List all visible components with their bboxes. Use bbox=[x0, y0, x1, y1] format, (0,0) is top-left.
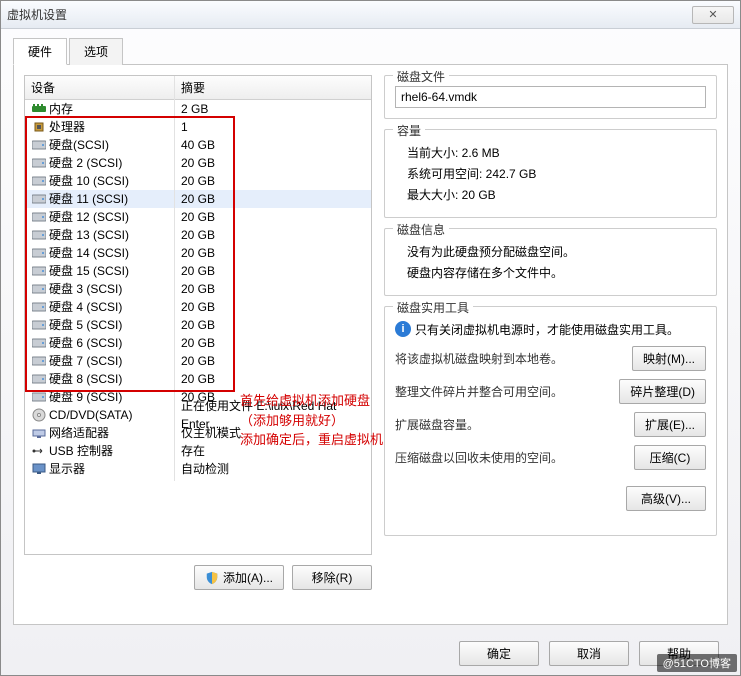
hdd-icon bbox=[31, 265, 47, 277]
device-name: 显示器 bbox=[49, 460, 85, 478]
usb-icon bbox=[31, 445, 47, 457]
disk-info-title: 磁盘信息 bbox=[393, 221, 449, 238]
annotation-text: 首先给虚拟机添加硬盘 （添加够用就好） 添加确定后，重启虚拟机 bbox=[240, 391, 383, 450]
advanced-button[interactable]: 高级(V)... bbox=[626, 486, 706, 511]
remove-button[interactable]: 移除(R) bbox=[292, 565, 372, 590]
compact-button[interactable]: 压缩(C) bbox=[634, 445, 706, 470]
ok-button[interactable]: 确定 bbox=[459, 641, 539, 666]
hdd-icon bbox=[31, 319, 47, 331]
disk-file-title: 磁盘文件 bbox=[393, 68, 449, 85]
hdd-icon bbox=[31, 157, 47, 169]
window-title: 虚拟机设置 bbox=[7, 6, 67, 23]
group-disk-utils: 磁盘实用工具 i 只有关闭虚拟机电源时，才能使用磁盘实用工具。 将该虚拟机磁盘映… bbox=[384, 306, 717, 536]
col-summary: 摘要 bbox=[175, 76, 371, 99]
hdd-icon bbox=[31, 337, 47, 349]
hdd-icon bbox=[31, 175, 47, 187]
mem-icon bbox=[31, 104, 47, 114]
shield-icon bbox=[205, 571, 219, 585]
device-summary: 自动检测 bbox=[175, 457, 371, 481]
cpu-icon bbox=[31, 120, 47, 134]
group-capacity: 容量 当前大小: 2.6 MB 系统可用空间: 242.7 GB 最大大小: 2… bbox=[384, 129, 717, 218]
disk-file-input[interactable] bbox=[395, 86, 706, 108]
device-row[interactable]: 显示器 自动检测 bbox=[25, 460, 371, 478]
capacity-max: 最大大小: 20 GB bbox=[407, 186, 706, 203]
disp-icon bbox=[31, 463, 47, 475]
add-button[interactable]: 添加(A)... bbox=[194, 565, 284, 590]
info-icon: i bbox=[395, 321, 411, 337]
disk-info-line1: 没有为此硬盘预分配磁盘空间。 bbox=[407, 243, 706, 260]
hdd-icon bbox=[31, 247, 47, 259]
tabstrip: 硬件 选项 bbox=[13, 37, 728, 65]
hdd-icon bbox=[31, 193, 47, 205]
cd-icon bbox=[31, 408, 47, 422]
hdd-icon bbox=[31, 211, 47, 223]
disk-utils-title: 磁盘实用工具 bbox=[393, 299, 473, 316]
hdd-icon bbox=[31, 373, 47, 385]
map-button[interactable]: 映射(M)... bbox=[632, 346, 706, 371]
close-icon: ✕ bbox=[708, 8, 717, 21]
tab-hardware[interactable]: 硬件 bbox=[13, 38, 67, 65]
expand-button[interactable]: 扩展(E)... bbox=[634, 412, 706, 437]
hdd-icon bbox=[31, 355, 47, 367]
content-area: 设备 摘要 内存2 GB处理器1硬盘(SCSI)40 GB硬盘 2 (SCSI)… bbox=[13, 65, 728, 625]
vm-settings-window: 虚拟机设置 ✕ 硬件 选项 设备 摘要 内存2 GB处理器1硬盘(SCSI)40… bbox=[0, 0, 741, 676]
tab-options[interactable]: 选项 bbox=[69, 38, 123, 65]
capacity-current: 当前大小: 2.6 MB bbox=[407, 144, 706, 161]
hdd-icon bbox=[31, 301, 47, 313]
defrag-button[interactable]: 碎片整理(D) bbox=[619, 379, 706, 404]
cancel-button[interactable]: 取消 bbox=[549, 641, 629, 666]
expand-label: 扩展磁盘容量。 bbox=[395, 416, 626, 433]
defrag-label: 整理文件碎片并整合可用空间。 bbox=[395, 383, 611, 400]
watermark: @51CTO博客 bbox=[657, 654, 737, 672]
hdd-icon bbox=[31, 391, 47, 403]
map-label: 将该虚拟机磁盘映射到本地卷。 bbox=[395, 350, 624, 367]
group-disk-info: 磁盘信息 没有为此硬盘预分配磁盘空间。 硬盘内容存储在多个文件中。 bbox=[384, 228, 717, 296]
compact-label: 压缩磁盘以回收未使用的空间。 bbox=[395, 449, 626, 466]
capacity-title: 容量 bbox=[393, 122, 425, 139]
titlebar: 虚拟机设置 ✕ bbox=[1, 1, 740, 29]
net-icon bbox=[31, 427, 47, 439]
hdd-icon bbox=[31, 283, 47, 295]
disk-info-line2: 硬盘内容存储在多个文件中。 bbox=[407, 264, 706, 281]
device-list[interactable]: 设备 摘要 内存2 GB处理器1硬盘(SCSI)40 GB硬盘 2 (SCSI)… bbox=[24, 75, 372, 555]
close-button[interactable]: ✕ bbox=[692, 6, 734, 24]
capacity-sysfree: 系统可用空间: 242.7 GB bbox=[407, 165, 706, 182]
utils-hint: 只有关闭虚拟机电源时，才能使用磁盘实用工具。 bbox=[415, 321, 679, 338]
hdd-icon bbox=[31, 229, 47, 241]
col-device: 设备 bbox=[25, 76, 175, 99]
group-disk-file: 磁盘文件 bbox=[384, 75, 717, 119]
hdd-icon bbox=[31, 139, 47, 151]
